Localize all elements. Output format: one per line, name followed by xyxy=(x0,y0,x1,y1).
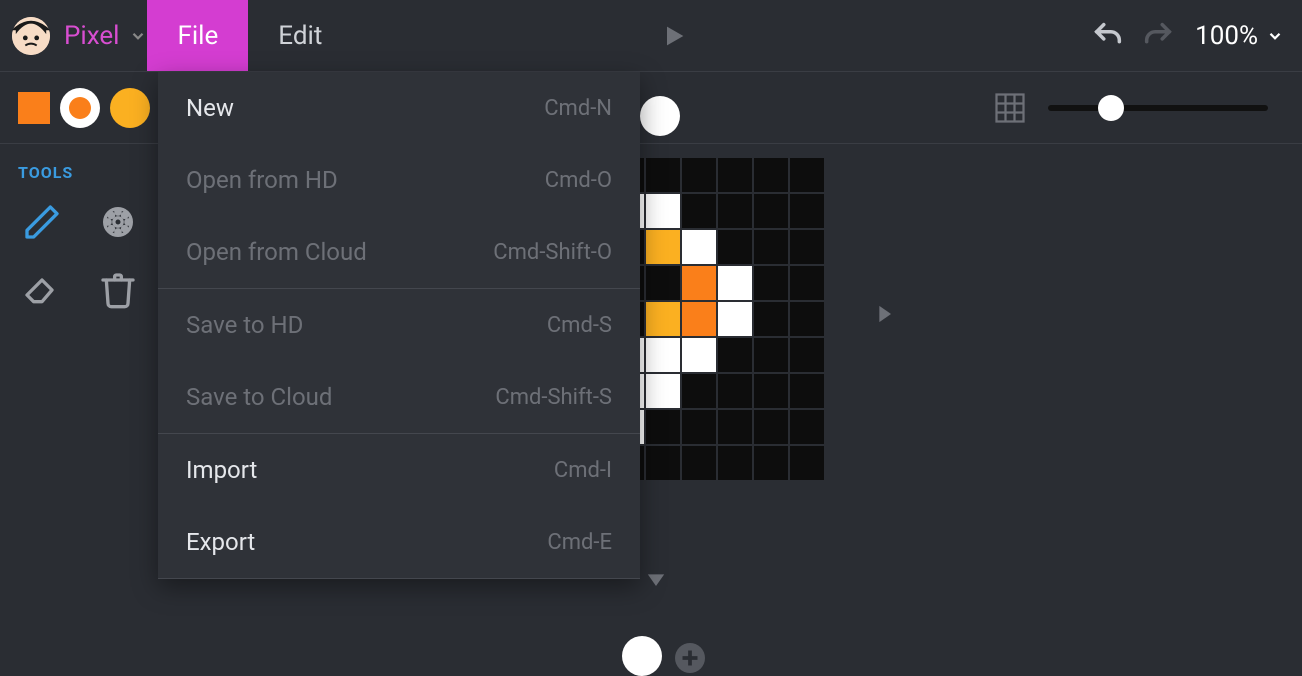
pixel-cell[interactable] xyxy=(754,410,788,444)
menu-item-save-cloud[interactable]: Save to Cloud Cmd-Shift-S xyxy=(158,361,640,433)
menu-item-label: New xyxy=(186,94,234,122)
pixel-cell[interactable] xyxy=(646,410,680,444)
menu-item-open-hd[interactable]: Open from HD Cmd-O xyxy=(158,144,640,216)
pixel-cell[interactable] xyxy=(682,230,716,264)
pixel-cell[interactable] xyxy=(718,338,752,372)
menu-item-label: Open from HD xyxy=(186,166,338,194)
pixel-cell[interactable] xyxy=(754,338,788,372)
menu-item-shortcut: Cmd-Shift-S xyxy=(495,385,612,410)
pixel-cell[interactable] xyxy=(754,158,788,192)
pixel-cell[interactable] xyxy=(682,338,716,372)
color-swatch-primary[interactable] xyxy=(18,92,50,124)
trash-tool[interactable] xyxy=(94,266,142,314)
gear-tool[interactable] xyxy=(94,198,142,246)
zoom-slider[interactable] xyxy=(1048,105,1268,111)
expand-down-arrow-icon[interactable] xyxy=(642,565,670,593)
pixel-cell[interactable] xyxy=(646,266,680,300)
chevron-down-icon[interactable] xyxy=(129,27,147,45)
pixel-cell[interactable] xyxy=(646,446,680,480)
grid-toggle-icon[interactable] xyxy=(992,90,1028,126)
next-frame-arrow-icon[interactable] xyxy=(870,300,898,328)
pixel-cell[interactable] xyxy=(754,446,788,480)
menu-item-label: Save to HD xyxy=(186,311,303,339)
frame-thumbnail[interactable] xyxy=(622,636,662,676)
pixel-cell[interactable] xyxy=(682,302,716,336)
pixel-cell[interactable] xyxy=(718,410,752,444)
slider-thumb[interactable] xyxy=(1098,95,1124,121)
pixel-cell[interactable] xyxy=(682,194,716,228)
zoom-value: 100% xyxy=(1195,21,1258,51)
undo-button[interactable] xyxy=(1091,19,1125,53)
menu-item-import[interactable]: Import Cmd-I xyxy=(158,434,640,506)
menu-item-new[interactable]: New Cmd-N xyxy=(158,72,640,144)
menu-item-shortcut: Cmd-Shift-O xyxy=(493,240,612,265)
pixel-cell[interactable] xyxy=(790,374,824,408)
pixel-cell[interactable] xyxy=(790,158,824,192)
pixel-cell[interactable] xyxy=(682,374,716,408)
menu-item-open-cloud[interactable]: Open from Cloud Cmd-Shift-O xyxy=(158,216,640,288)
pixel-cell[interactable] xyxy=(682,266,716,300)
add-frame-button[interactable] xyxy=(672,640,708,676)
pixel-cell[interactable] xyxy=(790,338,824,372)
pixel-cell[interactable] xyxy=(790,194,824,228)
pixel-cell[interactable] xyxy=(754,302,788,336)
eraser-tool[interactable] xyxy=(18,266,66,314)
redo-button xyxy=(1141,19,1175,53)
file-menu-dropdown: New Cmd-N Open from HD Cmd-O Open from C… xyxy=(158,72,640,579)
menu-item-shortcut: Cmd-O xyxy=(545,168,612,193)
pixel-cell[interactable] xyxy=(754,230,788,264)
pixel-cell[interactable] xyxy=(718,194,752,228)
pixel-cell[interactable] xyxy=(718,266,752,300)
menu-item-label: Open from Cloud xyxy=(186,238,367,266)
mode-label[interactable]: Pixel xyxy=(64,21,119,51)
pixel-cell[interactable] xyxy=(790,230,824,264)
pixel-cell[interactable] xyxy=(754,266,788,300)
menu-edit-label: Edit xyxy=(278,21,322,51)
menu-item-label: Save to Cloud xyxy=(186,383,332,411)
pixel-cell[interactable] xyxy=(682,158,716,192)
menu-item-shortcut: Cmd-N xyxy=(544,96,612,121)
pixel-cell[interactable] xyxy=(790,410,824,444)
menu-file-label: File xyxy=(177,21,218,51)
pixel-cell[interactable] xyxy=(790,302,824,336)
pixel-cell[interactable] xyxy=(646,194,680,228)
menu-item-shortcut: Cmd-S xyxy=(547,313,612,338)
pixel-cell[interactable] xyxy=(682,446,716,480)
pixel-cell[interactable] xyxy=(682,410,716,444)
pixel-cell[interactable] xyxy=(754,374,788,408)
pixel-cell[interactable] xyxy=(718,446,752,480)
pixel-cell[interactable] xyxy=(718,374,752,408)
tools-heading: TOOLS xyxy=(18,163,140,182)
menu-item-shortcut: Cmd-E xyxy=(547,530,612,555)
pencil-tool[interactable] xyxy=(18,198,66,246)
menu-item-save-hd[interactable]: Save to HD Cmd-S xyxy=(158,289,640,361)
frame-thumbnail[interactable] xyxy=(640,96,680,136)
zoom-control[interactable]: 100% xyxy=(1195,21,1284,51)
menu-item-shortcut: Cmd-I xyxy=(554,458,612,483)
pixel-cell[interactable] xyxy=(646,230,680,264)
pixel-cell[interactable] xyxy=(646,302,680,336)
menu-item-export[interactable]: Export Cmd-E xyxy=(158,506,640,578)
color-swatch-secondary[interactable] xyxy=(110,88,150,128)
pixel-cell[interactable] xyxy=(790,446,824,480)
menu-edit[interactable]: Edit xyxy=(248,0,352,71)
pixel-cell[interactable] xyxy=(754,194,788,228)
menu-separator xyxy=(158,578,640,579)
avatar[interactable] xyxy=(12,17,50,55)
pixel-cell[interactable] xyxy=(718,158,752,192)
pixel-cell[interactable] xyxy=(718,302,752,336)
pixel-cell[interactable] xyxy=(790,266,824,300)
pixel-cell[interactable] xyxy=(646,338,680,372)
pixel-cell[interactable] xyxy=(646,374,680,408)
menu-file[interactable]: File xyxy=(147,0,248,71)
play-button[interactable] xyxy=(660,22,688,50)
tools-sidebar: TOOLS xyxy=(0,145,158,332)
chevron-down-icon xyxy=(1266,27,1284,45)
top-menubar: Pixel File Edit 100% xyxy=(0,0,1302,72)
menu-item-label: Import xyxy=(186,456,257,484)
pixel-cell[interactable] xyxy=(718,230,752,264)
color-swatch-ring[interactable] xyxy=(60,88,100,128)
pixel-cell[interactable] xyxy=(646,158,680,192)
menu-item-label: Export xyxy=(186,528,255,556)
